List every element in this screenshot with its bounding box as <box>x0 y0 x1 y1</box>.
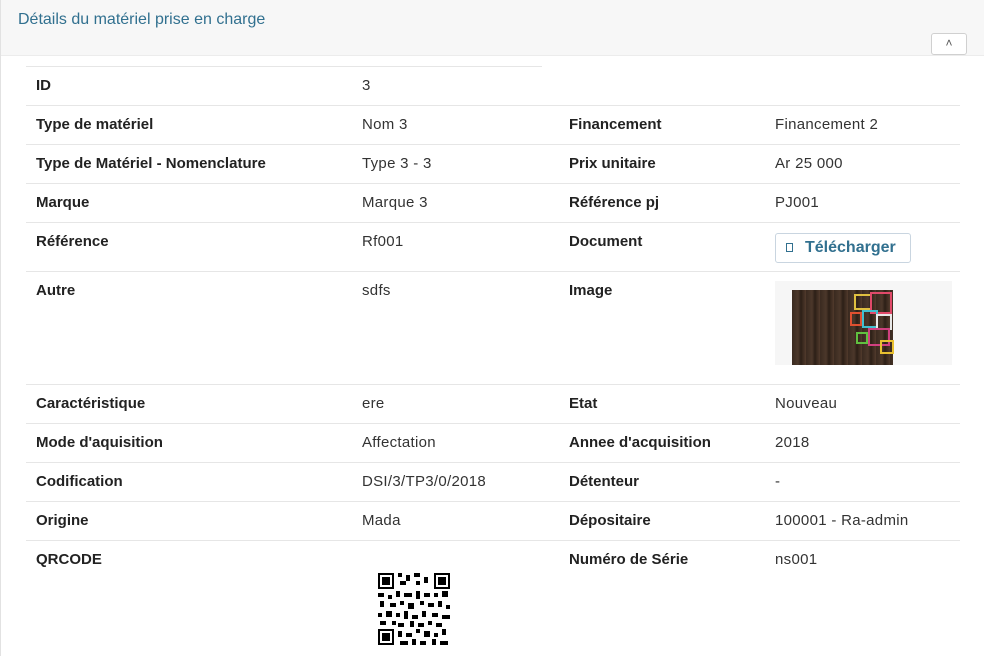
nomenclature-value: Type 3 - 3 <box>352 144 559 184</box>
table-row: QRCODE Numéro de Série ns001 <box>26 541 960 656</box>
caracteristique-label: Caractéristique <box>26 384 352 424</box>
table-row: Caractéristique ere Etat Nouveau <box>26 384 960 424</box>
financement-label: Financement <box>559 105 765 145</box>
marque-value: Marque 3 <box>352 183 559 223</box>
document-label: Document <box>559 222 765 272</box>
caracteristique-value: ere <box>352 384 559 424</box>
marque-label: Marque <box>26 183 352 223</box>
numero-serie-value: ns001 <box>775 551 818 568</box>
details-table: ID 3 Type de matériel Nom 3 Financement … <box>26 67 960 656</box>
depositaire-value: 100001 - Ra-admin <box>765 501 960 541</box>
table-row: ID 3 <box>26 67 960 106</box>
numero-serie-label: Numéro de Série <box>569 551 689 568</box>
reference-value: Rf001 <box>352 222 559 272</box>
reference-pj-label: Référence pj <box>559 183 765 223</box>
table-row: Type de matériel Nom 3 Financement Finan… <box>26 105 960 145</box>
image-label: Image <box>559 271 765 385</box>
image-thumbnail-frame <box>775 281 952 365</box>
autre-label: Autre <box>26 271 352 385</box>
document-cell: Télécharger <box>765 222 960 272</box>
depositaire-label: Dépositaire <box>559 501 765 541</box>
table-row: Autre sdfs Image <box>26 271 960 385</box>
details-panel: Détails du matériel prise en charge ˄ ID… <box>0 0 984 656</box>
chevron-up-icon: ˄ <box>945 36 953 50</box>
autre-value: sdfs <box>352 271 559 385</box>
image-cell <box>765 271 960 385</box>
panel-title: Détails du matériel prise en charge <box>18 11 266 28</box>
qrcode-image <box>376 571 452 647</box>
origine-value: Mada <box>352 501 559 541</box>
detenteur-value: - <box>765 462 960 502</box>
codification-value: DSI/3/TP3/0/2018 <box>352 462 559 502</box>
nomenclature-label: Type de Matériel - Nomenclature <box>26 144 352 184</box>
prix-unitaire-label: Prix unitaire <box>559 144 765 184</box>
annee-acquisition-value: 2018 <box>765 423 960 463</box>
file-icon <box>786 243 793 252</box>
detenteur-label: Détenteur <box>559 462 765 502</box>
mode-acquisition-value: Affectation <box>352 423 559 463</box>
etat-value: Nouveau <box>765 384 960 424</box>
table-row: Origine Mada Dépositaire 100001 - Ra-adm… <box>26 501 960 541</box>
etat-label: Etat <box>559 384 765 424</box>
origine-label: Origine <box>26 501 352 541</box>
codification-label: Codification <box>26 462 352 502</box>
reference-label: Référence <box>26 222 352 272</box>
reference-pj-value: PJ001 <box>765 183 960 223</box>
panel-header: Détails du matériel prise en charge ˄ <box>1 0 984 56</box>
table-row: Type de Matériel - Nomenclature Type 3 -… <box>26 144 960 184</box>
table-row: Marque Marque 3 Référence pj PJ001 <box>26 183 960 223</box>
financement-value: Financement 2 <box>765 105 960 145</box>
qrcode-label: QRCODE <box>36 551 102 568</box>
mode-acquisition-label: Mode d'aquisition <box>26 423 352 463</box>
download-button-label: Télécharger <box>805 239 896 256</box>
download-button[interactable]: Télécharger <box>775 233 911 263</box>
table-row: Référence Rf001 Document Télécharger <box>26 222 960 272</box>
material-image[interactable] <box>792 290 894 365</box>
type-materiel-label: Type de matériel <box>26 105 352 145</box>
id-value: 3 <box>352 67 559 106</box>
table-row: Codification DSI/3/TP3/0/2018 Détenteur … <box>26 462 960 502</box>
collapse-button[interactable]: ˄ <box>931 33 967 55</box>
id-label: ID <box>26 67 352 106</box>
annee-acquisition-label: Annee d'acquisition <box>559 423 765 463</box>
qrcode-cell <box>352 541 559 656</box>
type-materiel-value: Nom 3 <box>352 105 559 145</box>
table-row: Mode d'aquisition Affectation Annee d'ac… <box>26 423 960 463</box>
prix-unitaire-value: Ar 25 000 <box>765 144 960 184</box>
